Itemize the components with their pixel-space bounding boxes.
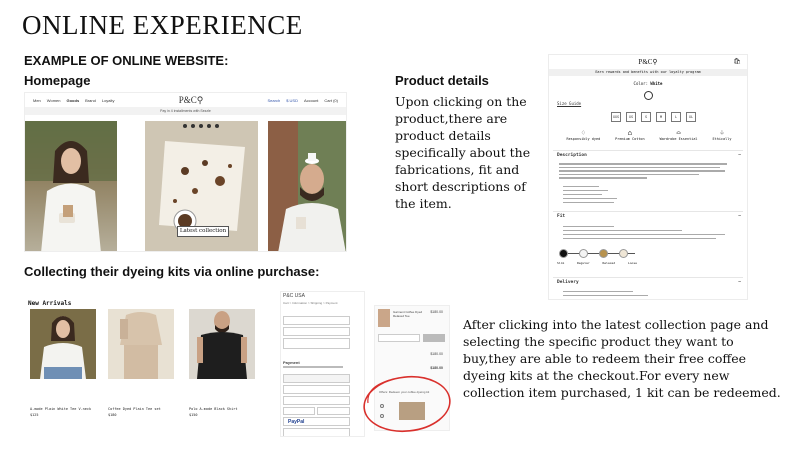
feature-icons: ♢ Responsibly dyed ⌂ Premium Cotton ⌓ Wardr… [559,129,739,141]
size-xs[interactable]: XS [626,112,636,122]
latest-collection-button[interactable]: Latest collection [177,226,229,237]
nav-brand[interactable]: Brand [85,98,96,103]
product-card-1[interactable] [30,309,96,379]
summary-product-price: $180.00 [430,310,443,314]
feature-ethically: ♧ Ethically [712,129,732,141]
brand-logo[interactable]: P&C⚲ [179,95,204,106]
paypal-label: PayPal [288,419,305,425]
fit-swatch-relaxed[interactable] [599,249,608,258]
description-bullets [563,183,623,206]
product-details-text: Upon clicking on the product,there are p… [395,94,531,211]
nav-currency[interactable]: $ USD [286,98,298,103]
nav-goods[interactable]: Goods [67,98,80,103]
product-details-heading: Product details [395,73,489,88]
summary-product-thumbnail [378,309,390,327]
hanger-icon: ⌓ [676,129,681,137]
feature-wardrobe-essential: ⌓ Wardrobe Essential [659,129,698,141]
hero-photo-left [25,121,117,251]
checkout-screenshot: P&C USA Cart > Information > Shipping > … [280,291,365,437]
size-xl[interactable]: XL [686,112,696,122]
product-card-3[interactable] [189,309,255,379]
nav-women[interactable]: Women [47,98,61,103]
product-page-logo[interactable]: P&C⚲ [549,58,747,66]
product-price-1: $125 [30,413,39,417]
apply-button[interactable] [423,334,445,342]
product-card-2[interactable] [108,309,174,379]
size-s[interactable]: S [641,112,651,122]
nav-men[interactable]: Men [33,98,41,103]
size-guide-link[interactable]: Size Guide [557,101,581,106]
color-label: Color: [633,81,648,86]
description-heading[interactable]: Description [557,153,587,158]
contact-field[interactable] [283,316,350,325]
leaf-icon: ♧ [719,129,725,137]
product-name-2[interactable]: Coffee Dyed Plain Tee set [108,407,161,411]
cart-icon[interactable]: 🛍 [733,58,741,65]
homepage-heading: Homepage [24,73,91,88]
fit-swatch-regular[interactable] [579,249,588,258]
delivery-text-lines [563,288,663,299]
store-name: P&C USA [283,293,305,299]
expiry-field[interactable] [283,407,315,415]
collapse-icon[interactable]: − [738,279,741,285]
color-value: White [650,81,663,86]
hero-photo-right [268,121,346,251]
security-code-field[interactable] [317,407,350,415]
collecting-heading: Collecting their dyeing kits via online … [24,264,320,279]
nav-loyalty[interactable]: Loyalty [102,98,115,103]
color-row: Color: White [549,81,747,86]
ship-to-field[interactable] [283,327,350,336]
checkout-breadcrumb[interactable]: Cart > Information > Shipping > Payment [283,301,337,305]
shipping-method-field[interactable] [283,338,350,349]
paypal-option[interactable]: PayPal [283,417,350,426]
shirt-icon: ⌂ [627,129,632,137]
subtotal-value: $180.00 [430,352,443,356]
fit-swatch-slim[interactable] [559,249,568,258]
payment-note [283,366,343,368]
loyalty-promo: Earn rewards and benefits with our loyal… [549,69,747,76]
size-l[interactable]: L [671,112,681,122]
size-xxs[interactable]: XXS [611,112,621,122]
payment-label: Payment [283,360,300,365]
checkout-description-text: After clicking into the latest collectio… [463,317,781,400]
color-options[interactable] [549,91,747,100]
name-on-card-field[interactable] [283,396,350,405]
collapse-icon[interactable]: − [738,152,741,158]
product-name-3[interactable]: Polo A-mode Black Shirt [189,407,237,411]
nav-search[interactable]: Search [268,98,281,103]
product-price-2: $180 [108,413,117,417]
billing-address-option[interactable] [283,428,350,436]
feature-premium-cotton: ⌂ Premium Cotton [615,129,645,141]
homepage-screenshot: Men Women Goods Brand Loyalty P&C⚲ Searc… [24,92,347,252]
promo-bar: Pay in 4 installments with Sezzle [25,107,346,115]
credit-card-option[interactable] [283,374,350,383]
carousel-dots[interactable] [183,124,219,128]
nav-account[interactable]: Account [304,98,318,103]
fit-swatch-labels: Slim Regular Relaxed Loose [557,261,637,265]
slide-title: ONLINE EXPERIENCE [22,10,303,40]
product-page-screenshot: P&C⚲ 🛍 Earn rewards and benefits with ou… [548,54,748,300]
delivery-heading[interactable]: Delivery [557,280,579,285]
card-number-field[interactable] [283,385,350,394]
total-value: $180.00 [430,366,443,370]
new-arrivals-heading: New Arrivals [28,300,72,307]
homepage-nav: Men Women Goods Brand Loyalty P&C⚲ Searc… [25,93,346,107]
hero-photo-center: Latest collection [145,121,258,251]
example-heading: EXAMPLE OF ONLINE WEBSITE: [24,53,229,68]
fit-heading[interactable]: Fit [557,214,565,219]
collapse-icon[interactable]: − [738,213,741,219]
product-price-3: $150 [189,413,198,417]
discount-code-field[interactable] [378,334,420,342]
product-name-1[interactable]: A-mode Plain White Tee V-neck [30,407,91,411]
nav-cart[interactable]: Cart (0) [324,98,338,103]
size-m[interactable]: M [656,112,666,122]
feature-responsibly-dyed: ♢ Responsibly dyed [566,129,601,141]
red-highlight-circle [363,375,451,433]
fit-text-lines [563,223,733,242]
summary-product-title: Garment Coffee Dyed Relaxed Tee [393,310,423,318]
droplet-icon: ♢ [581,129,586,137]
fit-swatch-loose[interactable] [619,249,628,258]
